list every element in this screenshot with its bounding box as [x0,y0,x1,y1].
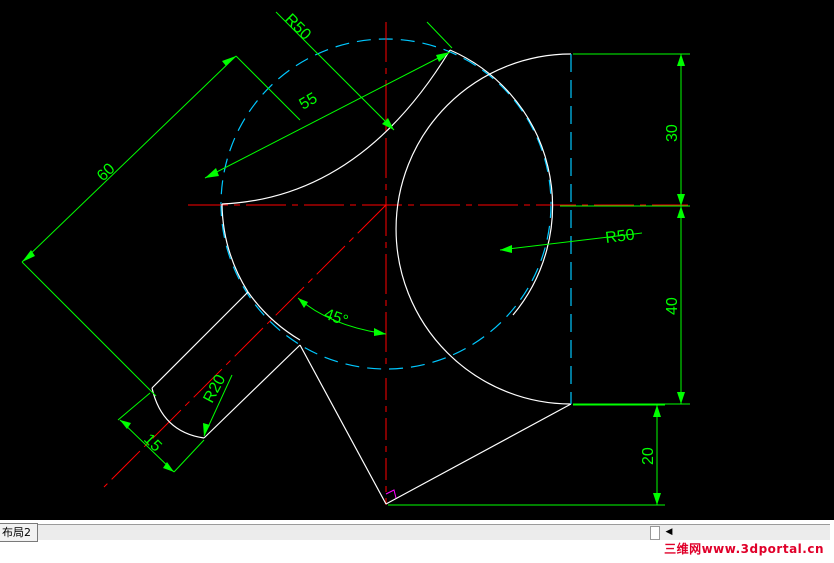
tab-layout-2[interactable]: 布局2 [0,523,38,542]
part-outline [151,49,572,505]
dim-r50-top: R50 [281,11,314,44]
dim-55: 55 [297,90,321,114]
dim-30: 30 [664,124,681,142]
dim-r50-right: R50 [604,227,635,247]
dim-r20: R20 [201,372,230,406]
arrow-left-icon[interactable]: ◀ [662,525,676,540]
dim-60: 60 [94,160,119,185]
scroll-thumb[interactable] [650,526,660,540]
dimension-arrows [22,52,685,505]
centerlines [103,22,688,505]
dim-20: 20 [640,447,657,465]
watermark: 三维网www.3dportal.cn [664,542,824,556]
dim-15: 15 [140,431,165,456]
dim-40: 40 [664,297,681,315]
dimension-lines [21,11,690,506]
horizontal-scrollbar[interactable]: ◀ [24,524,830,540]
right-angle-marker [385,489,397,499]
cad-drawing-area[interactable]: R50 55 60 30 R50 40 45° R20 15 20 [0,0,834,520]
dim-angle-45: 45° [322,306,351,330]
